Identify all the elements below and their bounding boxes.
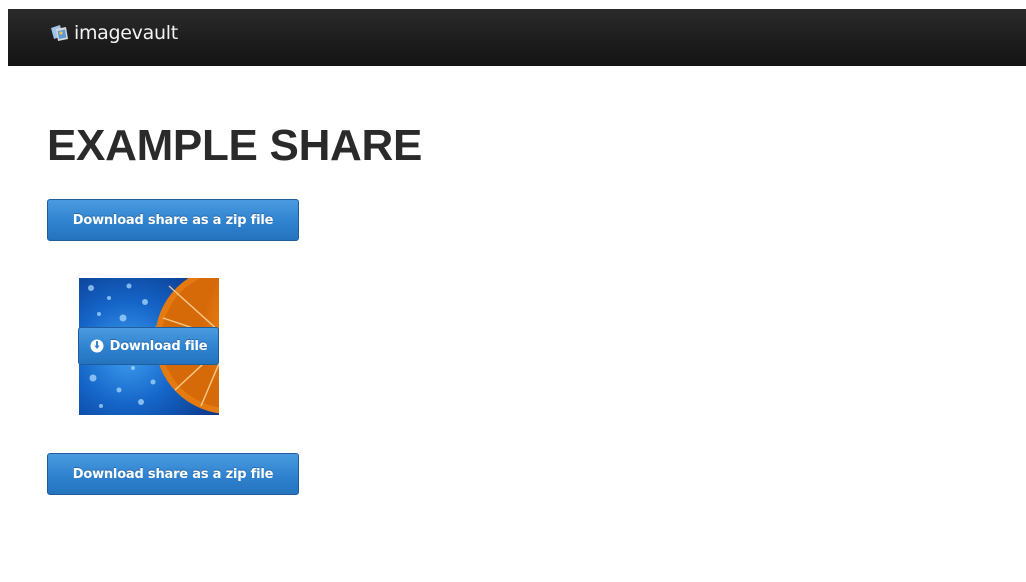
- download-share-zip-button[interactable]: Download share as a zip file: [47, 199, 299, 241]
- download-file-button[interactable]: Download file: [78, 327, 219, 365]
- brand-name: imagevault: [74, 22, 178, 44]
- brand-link[interactable]: imagevault: [48, 23, 178, 43]
- imagevault-logo-icon: [48, 23, 70, 43]
- page-title: EXAMPLE SHARE: [47, 121, 423, 170]
- download-file-label: Download file: [109, 338, 208, 354]
- page: imagevault EXAMPLE SHARE Download share …: [0, 0, 1026, 582]
- download-circle-icon: [90, 339, 104, 353]
- download-share-zip-button-bottom[interactable]: Download share as a zip file: [47, 453, 299, 495]
- top-navbar: imagevault: [8, 9, 1026, 66]
